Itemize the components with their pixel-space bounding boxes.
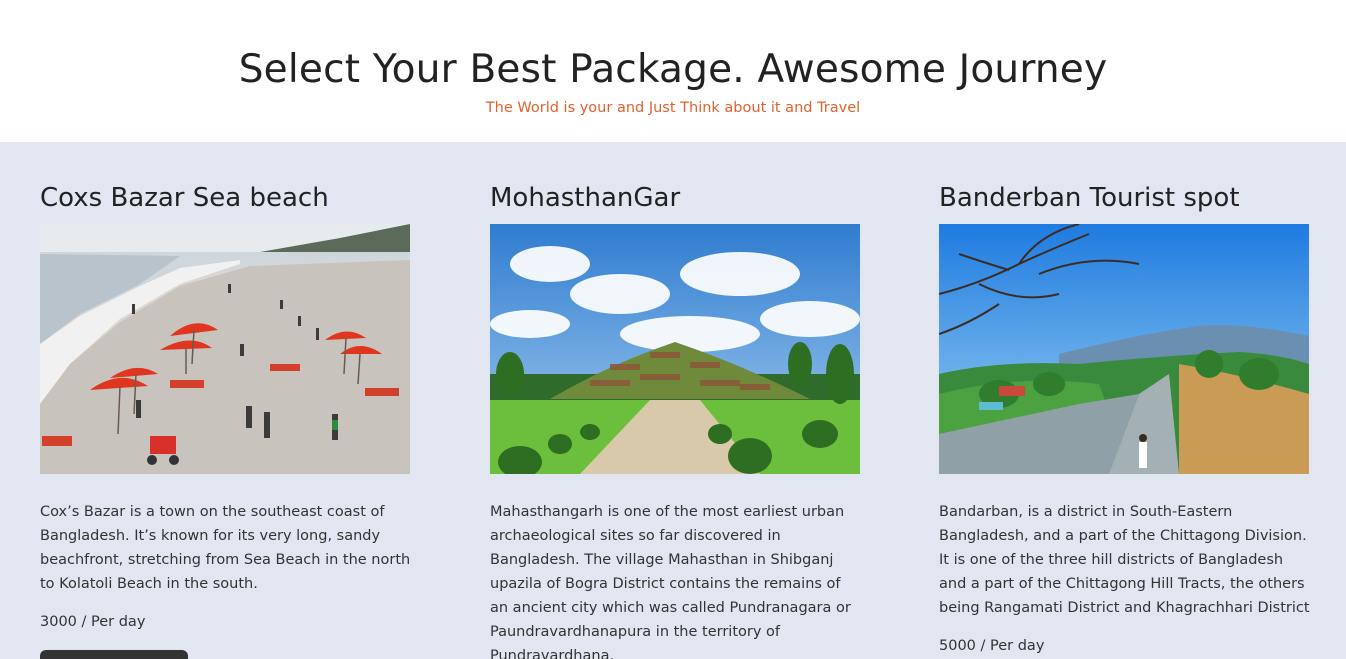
package-image-banderban (939, 224, 1309, 474)
package-card-coxs-bazar: Coxs Bazar Sea beach Cox’s Bazar is a to… (40, 182, 412, 634)
page-subtitle: The World is your and Just Think about i… (485, 100, 861, 116)
package-price: 3000 / Per day (40, 614, 146, 630)
package-image-mohasthangar (490, 224, 860, 474)
package-description: Bandarban, is a district in South-Easter… (939, 504, 1310, 616)
package-price: 5000 / Per day (939, 638, 1045, 654)
page-header: Select Your Best Package. Awesome Journe… (0, 0, 1346, 142)
package-title: MohasthanGar (490, 183, 681, 213)
packages-section: Coxs Bazar Sea beach Cox’s Bazar is a to… (0, 142, 1346, 659)
mound-image (490, 224, 860, 474)
hills-image (939, 224, 1309, 474)
package-title: Banderban Tourist spot (939, 183, 1240, 213)
book-now-button[interactable] (40, 650, 188, 659)
package-description: Mahasthangarh is one of the most earlies… (490, 504, 851, 659)
page-title: Select Your Best Package. Awesome Journe… (238, 47, 1108, 92)
package-card-banderban: Banderban Tourist spot Bandarban, is a d… (939, 182, 1311, 658)
package-description: Cox’s Bazar is a town on the southeast c… (40, 504, 411, 592)
package-image-coxs-bazar (40, 224, 410, 474)
beach-image (40, 224, 410, 474)
package-card-mohasthangar: MohasthanGar Mahasthangarh is one of the… (490, 182, 862, 659)
package-title: Coxs Bazar Sea beach (40, 183, 329, 213)
